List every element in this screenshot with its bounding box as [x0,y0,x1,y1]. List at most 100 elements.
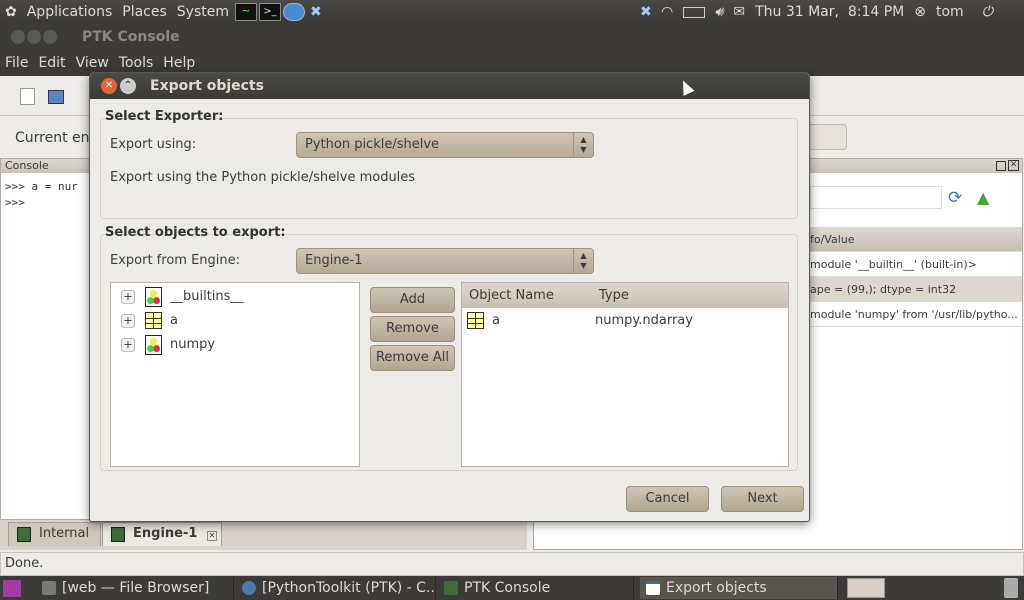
new-file-icon[interactable] [20,88,35,105]
array-icon [145,312,162,329]
task-ptk-console[interactable]: PTK Console [438,577,634,599]
tab-label: Internal [39,526,90,541]
window-titlebar: PTK Console [0,24,1024,50]
menu-system[interactable]: System [172,4,234,20]
engine-value: Engine-1 [305,253,363,268]
user-status-icon[interactable]: ⊗ [914,4,926,20]
taskbar: [web — File Browser] [PythonToolkit (PTK… [0,576,1024,600]
clock[interactable]: Thu 31 Mar, 8:14 PM [755,4,904,20]
tree-item-label: numpy [170,337,216,352]
tab-label: Engine-1 [133,526,198,541]
close-window-button[interactable] [11,30,25,44]
column-object-name[interactable]: Object Name [469,283,554,308]
show-desktop-icon[interactable] [3,580,21,597]
remove-button[interactable]: Remove [370,316,455,342]
workspace-switcher[interactable] [847,578,885,598]
close-tab-icon[interactable]: ✕ [207,531,217,541]
volume-icon[interactable]: 🔊︎ [715,4,724,20]
export-using-label: Export using: [110,137,197,152]
expand-icon[interactable]: + [121,289,135,304]
task-label: [PythonToolkit (PTK) - C... [262,580,436,596]
tree-item-a[interactable]: + a [121,310,178,332]
terminal-icon[interactable]: >_ [259,3,281,21]
object-tree[interactable]: + __builtins__ + a + numpy [110,282,360,467]
tree-item-label: a [170,313,178,328]
mail-icon[interactable]: ✉ [733,4,745,20]
namespace-search-input[interactable] [810,186,942,209]
task-label: [web — File Browser] [62,580,210,596]
exporter-value: Python pickle/shelve [305,137,440,152]
spin-arrows-icon: ▲ ▼ [573,249,593,273]
module-icon [145,334,162,355]
ubuntu-logo-icon[interactable]: ✿ [0,4,22,20]
open-file-icon[interactable] [48,90,64,104]
maximize-pane-icon[interactable] [996,161,1006,171]
user-name[interactable]: tom [936,4,964,20]
next-button[interactable]: Next [721,486,804,512]
info-value-header: fo/Value [810,233,855,246]
up-arrow-icon[interactable]: ▲ [977,188,989,207]
tree-item-label: __builtins__ [170,289,244,304]
engine-select[interactable]: Engine-1 ▲ ▼ [296,248,594,274]
menu-applications[interactable]: Applications [22,4,118,20]
chromium-icon [242,581,256,595]
refresh-icon[interactable]: ⟳ [948,188,962,208]
folder-icon [42,581,56,595]
current-engine-label: Current eng [15,130,99,146]
menu-file[interactable]: File [0,55,33,71]
exporter-select[interactable]: Python pickle/shelve ▲ ▼ [296,132,594,158]
wifi-icon[interactable]: ◠ [662,4,673,20]
table-header: Object Name Type [462,283,788,308]
remove-all-button[interactable]: Remove All [370,345,455,371]
menu-tools[interactable]: Tools [114,55,159,71]
select-objects-heading: Select objects to export: [105,225,286,240]
minimize-window-button[interactable] [27,30,41,44]
task-label: Export objects [666,580,767,596]
ptk-tray-icon[interactable]: ✖ [640,4,652,20]
dialog-close-button[interactable]: ✕ [101,78,117,94]
tree-item-builtins[interactable]: + __builtins__ [121,286,243,308]
expand-icon[interactable]: + [121,337,135,352]
window-icon [646,581,660,595]
tab-internal[interactable]: Internal [8,522,101,546]
tab-engine-1[interactable]: Engine-1 ✕ [102,522,222,546]
dialog-title: Export objects [150,78,264,94]
spin-arrows-icon: ▲ ▼ [573,133,593,157]
row-value: ape = (99,); dtype = int32 [810,283,957,296]
engine-icon [111,527,125,542]
tree-item-numpy[interactable]: + numpy [121,334,215,356]
export-objects-dialog: ✕ ⌃ Export objects Select Exporter: Expo… [89,72,810,522]
add-button[interactable]: Add [370,287,455,313]
menu-help[interactable]: Help [158,55,200,71]
status-bar: Done. [0,552,1024,576]
cell-type: numpy.ndarray [595,313,693,328]
power-icon[interactable]: ⏻ [982,4,993,20]
menu-edit[interactable]: Edit [33,55,70,71]
system-monitor-icon[interactable]: ~ [235,3,257,21]
battery-icon[interactable] [682,6,705,18]
menu-places[interactable]: Places [117,4,172,20]
array-icon [467,312,484,329]
menu-view[interactable]: View [71,55,114,71]
ptk-icon [444,581,458,595]
cell-object-name: a [492,313,500,328]
column-type[interactable]: Type [599,283,629,308]
maximize-window-button[interactable] [43,30,57,44]
tools-icon[interactable]: ✖ [306,4,326,20]
task-label: PTK Console [464,580,551,596]
export-table[interactable]: Object Name Type a numpy.ndarray [461,282,789,467]
dialog-titlebar: ✕ ⌃ Export objects [90,73,809,99]
chromium-icon[interactable] [283,3,305,21]
module-icon [145,286,162,307]
dialog-collapse-button[interactable]: ⌃ [120,78,136,94]
table-row[interactable]: a numpy.ndarray [462,309,788,333]
trash-icon[interactable] [1004,578,1018,598]
close-pane-icon[interactable]: ✕ [1008,160,1019,171]
task-export-objects[interactable]: Export objects [640,577,838,599]
task-chromium[interactable]: [PythonToolkit (PTK) - C... [236,577,436,599]
cancel-button[interactable]: Cancel [626,486,709,512]
engine-icon [17,527,31,542]
expand-icon[interactable]: + [121,313,135,328]
task-file-browser[interactable]: [web — File Browser] [36,577,234,599]
row-value: module 'numpy' from '/usr/lib/pytho... [810,308,1018,321]
